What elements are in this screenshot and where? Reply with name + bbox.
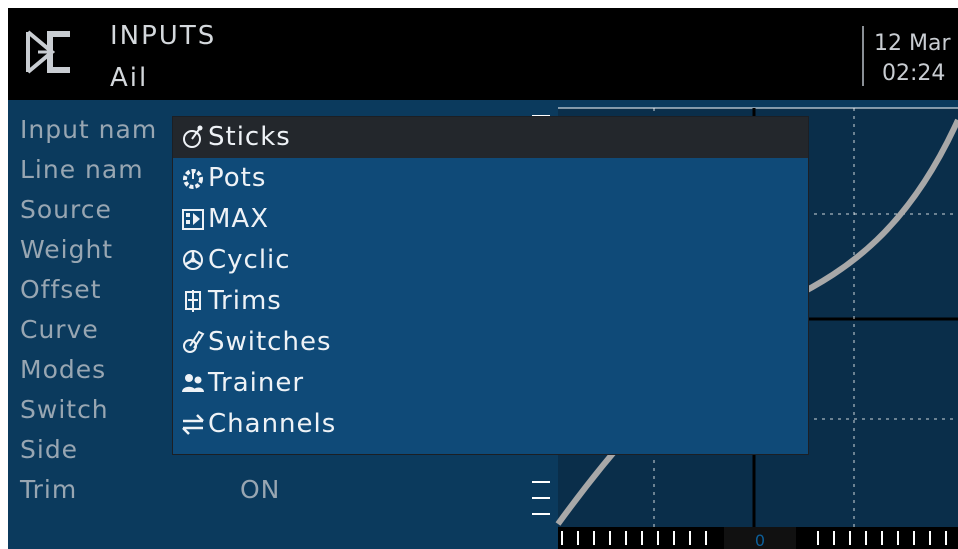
switch-icon (183, 330, 205, 353)
page-title: INPUTS (110, 21, 217, 51)
label-weight: Weight (20, 235, 114, 264)
menu-item-cyclic[interactable]: Cyclic (173, 240, 808, 281)
label-input-name: Input nam (20, 115, 158, 144)
trainer-icon (182, 374, 204, 392)
menu-item-label: Channels (208, 409, 337, 439)
label-modes: Modes (20, 355, 107, 384)
label-trim: Trim (20, 475, 78, 504)
menu-item-label: Sticks (208, 122, 291, 152)
stick-icon (183, 125, 203, 148)
menu-item-label: Pots (208, 163, 267, 193)
menu-item-label: Trainer (208, 368, 305, 398)
menu-item-pots[interactable]: Pots (173, 158, 808, 199)
menu-item-label: Cyclic (208, 245, 291, 275)
max-icon (182, 209, 204, 230)
graph-center-label: 0 (755, 531, 765, 549)
menu-item-switches[interactable]: Switches (173, 322, 808, 363)
edgetx-logo-icon[interactable] (20, 22, 78, 82)
radio-screen: INPUTS Ail 12 Mar 02:24 Input nam Line n… (8, 8, 958, 549)
label-line-name: Line nam (20, 155, 144, 184)
date-display: 12 Mar (874, 31, 951, 56)
label-source: Source (20, 195, 112, 224)
menu-item-label: Trims (208, 286, 282, 316)
pot-icon (183, 169, 203, 189)
label-offset: Offset (20, 275, 102, 304)
menu-item-max[interactable]: MAX (173, 199, 808, 240)
source-category-menu: Sticks Pots MAX Cyclic Trims Switches Tr… (172, 116, 809, 455)
label-switch: Switch (20, 395, 109, 424)
label-side: Side (20, 435, 79, 464)
label-curve: Curve (20, 315, 99, 344)
menu-item-trainer[interactable]: Trainer (173, 363, 808, 404)
trim-value[interactable]: ON (240, 476, 280, 504)
menu-item-label: Switches (208, 327, 332, 357)
top-bar: INPUTS Ail 12 Mar 02:24 (8, 8, 958, 100)
menu-item-trims[interactable]: Trims (173, 281, 808, 322)
menu-item-channels[interactable]: Channels (173, 404, 808, 445)
page-subtitle: Ail (110, 63, 149, 93)
time-display: 02:24 (882, 61, 946, 86)
header-divider (862, 26, 864, 86)
trim-icon (185, 290, 201, 312)
channels-icon (182, 414, 204, 435)
cyclic-icon (183, 250, 203, 270)
menu-item-sticks[interactable]: Sticks (173, 117, 808, 158)
menu-item-label: MAX (208, 204, 270, 234)
